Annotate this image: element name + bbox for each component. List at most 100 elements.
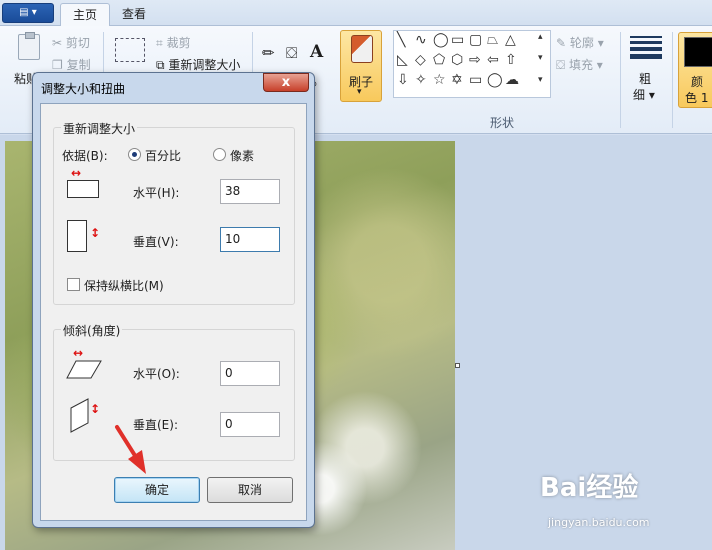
horizontal-input[interactable]: 38 [220,179,280,204]
fill-label: 填充 [568,58,593,72]
six-point-star-icon[interactable]: ✡ [451,72,463,88]
horizontal-arrow-icon: ↔ [71,166,82,180]
copy-button[interactable]: ❐ 复制 [52,56,91,73]
pencil-icon[interactable]: ✏ [262,44,275,62]
resize-button[interactable]: ⧉ 重新调整大小 [156,56,240,73]
pentagon-shape-icon[interactable]: ⬠ [433,52,445,68]
skew-vertical-arrow-icon: ↕ [90,402,101,416]
vertical-resize-icon [67,220,87,252]
cut-label: 剪切 [65,36,90,50]
fill-icon: ⛋ [556,58,569,72]
chevron-down-icon: ▾ [357,87,362,97]
vertical-label: 垂直(V): [133,235,179,249]
app-menu-button[interactable]: ▤ ▾ [2,3,54,23]
scroll-down-icon[interactable]: ▾ [538,53,543,63]
skew-horizontal-input[interactable]: 0 [220,361,280,386]
line-shape-icon[interactable]: ╲ [397,32,405,48]
skew-vertical-label: 垂直(E): [133,418,178,432]
pixel-radio[interactable] [213,148,226,161]
size-label-line2: 细 [633,88,646,102]
callout-rect-icon[interactable]: ▭ [469,72,482,88]
fill-button[interactable]: ⛋ 填充 ▾ [556,56,603,73]
four-point-star-icon[interactable]: ✧ [415,72,427,88]
dialog-body: 重新调整大小 依据(B): 百分比 像素 ↔ 水平(H): 38 ↕ 垂直(V)… [40,103,307,521]
dialog-title: 调整大小和扭曲 [41,82,126,96]
skew-horizontal-label: 水平(O): [133,367,180,381]
rounded-rect-shape-icon[interactable]: ▢ [469,32,482,48]
line-size-icon[interactable] [630,36,662,62]
rectangle-shape-icon[interactable]: ▭ [451,32,464,48]
horizontal-label: 水平(H): [133,186,180,200]
color1-swatch [684,37,712,67]
color1-button[interactable]: 颜 色 1 [678,32,712,108]
ribbon-tabbar: ▤ ▾ 主页 查看 [0,0,712,27]
tab-view[interactable]: 查看 [110,3,158,27]
hexagon-shape-icon[interactable]: ⬡ [451,52,463,68]
resize-legend: 重新调整大小 [61,120,138,137]
cancel-button[interactable]: 取消 [207,477,293,503]
left-arrow-shape-icon[interactable]: ⇦ [487,52,499,68]
cut-button[interactable]: ✂ 剪切 [52,34,90,51]
close-button[interactable]: x [263,73,309,92]
triangle-shape-icon[interactable]: △ [505,32,516,48]
keep-ratio-checkbox[interactable] [67,278,80,291]
ok-button[interactable]: 确定 [114,477,200,503]
shapes-gallery[interactable]: ╲ ∿ ◯ ▭ ▢ ⏢ △ ◺ ◇ ⬠ ⬡ ⇨ ⇦ ⇧ ⇩ ✧ ☆ ✡ ▭ ◯ … [393,30,551,98]
diamond-shape-icon[interactable]: ◇ [415,52,426,68]
curve-shape-icon[interactable]: ∿ [415,32,427,48]
color1-label-line1: 颜 [691,75,704,89]
watermark-url: jingyan.baidu.com [548,516,650,529]
skew-horizontal-arrow-icon: ↔ [73,346,84,360]
right-arrow-shape-icon[interactable]: ⇨ [469,52,481,68]
percent-radio[interactable] [128,148,141,161]
crop-label: 裁剪 [166,36,191,50]
outline-label: 轮廓 [569,36,594,50]
percent-label[interactable]: 百分比 [145,147,181,164]
copy-icon: ❐ [52,58,67,72]
keep-ratio-label[interactable]: 保持纵横比(M) [84,277,164,294]
resize-icon: ⧉ [156,58,169,72]
size-label-line1: 粗 [639,72,652,86]
outline-icon: ✎ [556,36,570,50]
polygon-shape-icon[interactable]: ⏢ [487,32,498,48]
horizontal-resize-icon [67,180,99,198]
copy-label: 复制 [66,58,91,72]
scroll-up-icon[interactable]: ▴ [538,32,543,42]
callout-oval-icon[interactable]: ◯ [487,72,503,88]
scissors-icon: ✂ [52,36,66,50]
skew-vertical-icon [70,398,89,433]
skew-legend: 倾斜(角度) [61,322,123,339]
callout-cloud-icon[interactable]: ☁ [505,72,519,88]
baidu-jingyan-logo: Bai经验 [540,473,639,503]
vertical-arrow-icon: ↕ [90,226,101,240]
size-button[interactable]: 细 ▾ [633,86,655,103]
clipboard-icon[interactable] [18,32,40,60]
brush-button[interactable]: 刷子 ▾ [340,30,382,102]
outline-button[interactable]: ✎ 轮廓 ▾ [556,34,604,51]
resize-skew-dialog: 调整大小和扭曲 x 重新调整大小 依据(B): 百分比 像素 ↔ 水平(H): … [32,72,315,528]
five-point-star-icon[interactable]: ☆ [433,72,446,88]
select-tool-icon[interactable] [115,38,145,62]
by-label: 依据(B): [62,149,108,163]
vertical-input[interactable]: 10 [220,227,280,252]
text-tool-icon[interactable]: A [310,42,323,62]
fill-bucket-icon[interactable]: ⛋ [286,44,297,62]
right-triangle-shape-icon[interactable]: ◺ [397,52,408,68]
skew-horizontal-icon [66,360,102,379]
color1-label-line2: 色 1 [685,91,709,105]
resize-group: 重新调整大小 依据(B): 百分比 像素 ↔ 水平(H): 38 ↕ 垂直(V)… [53,120,295,305]
pixel-label[interactable]: 像素 [230,147,254,164]
down-arrow-shape-icon[interactable]: ⇩ [397,72,409,88]
tab-home[interactable]: 主页 [60,3,111,27]
shapes-group-label: 形状 [490,116,515,130]
skew-group: 倾斜(角度) ↔ 水平(O): 0 ↕ 垂直(E): 0 [53,322,295,461]
skew-vertical-input[interactable]: 0 [220,412,280,437]
gallery-expand-icon[interactable]: ▾ [538,75,543,85]
divider [620,32,621,128]
oval-shape-icon[interactable]: ◯ [433,32,449,48]
crop-icon: ⌗ [156,36,167,50]
canvas-resize-handle[interactable] [455,363,460,368]
up-arrow-shape-icon[interactable]: ⇧ [505,52,517,68]
crop-button[interactable]: ⌗ 裁剪 [156,34,191,51]
resize-label: 重新调整大小 [168,58,241,72]
